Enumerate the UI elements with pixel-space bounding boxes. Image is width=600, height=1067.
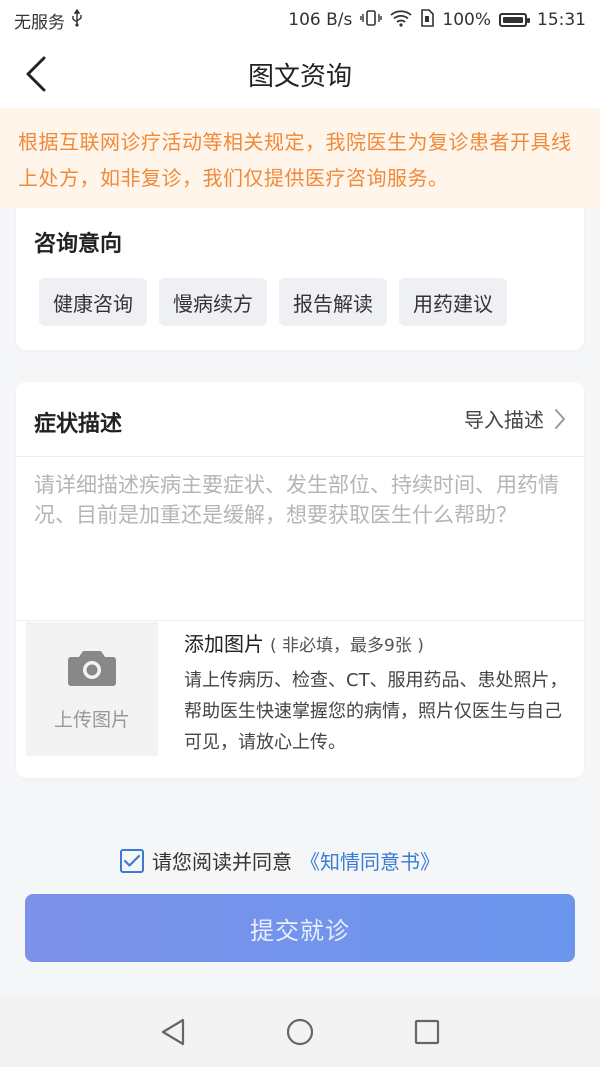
- divider: [16, 456, 584, 457]
- chevron-right-icon: [555, 408, 565, 429]
- submit-button[interactable]: 提交就诊: [25, 894, 575, 962]
- circle-home-icon: [286, 1018, 314, 1045]
- upload-info: 添加图片 ( 非必填，最多9张 ) 请上传病历、检查、CT、服用药品、患处照片，…: [184, 628, 574, 758]
- square-recents-icon: [414, 1019, 439, 1044]
- upload-image-label: 上传图片: [53, 708, 130, 731]
- status-left: 无服务: [14, 8, 83, 33]
- check-icon: [124, 854, 140, 867]
- triangle-back-icon: [162, 1018, 185, 1045]
- back-button[interactable]: [16, 54, 56, 94]
- wifi-icon: [390, 9, 412, 32]
- status-right: 106 B/s 100% 15:31: [288, 8, 586, 32]
- intent-option-chronic[interactable]: 慢病续方: [159, 278, 267, 326]
- chevron-left-icon: [26, 56, 46, 92]
- nav-recents-button[interactable]: [407, 1012, 447, 1052]
- upload-note: ( 非必填，最多9张 ): [270, 636, 424, 656]
- symptom-card: 症状描述 导入描述 上传图片 添加图片 ( 非必填，最多9张 ) 请上传病历、检…: [16, 382, 584, 778]
- intent-option-health[interactable]: 健康咨询: [39, 278, 147, 326]
- nav-header: 图文资询: [0, 40, 600, 108]
- divider: [16, 620, 584, 621]
- clock-text: 15:31: [537, 10, 586, 30]
- intent-card: 咨询意向 健康咨询 慢病续方 报告解读 用药建议: [16, 208, 584, 350]
- nav-home-button[interactable]: [280, 1012, 320, 1052]
- import-description-label: 导入描述: [464, 408, 544, 432]
- symptom-title: 症状描述: [34, 412, 123, 437]
- consent-text: 请您阅读并同意: [152, 850, 292, 874]
- import-description-button[interactable]: 导入描述: [464, 404, 566, 433]
- battery-percent: 100%: [442, 10, 491, 30]
- battery-icon: [499, 13, 530, 27]
- upload-description: 请上传病历、检查、CT、服用药品、患处照片，帮助医生快速掌握您的病情，照片仅医生…: [184, 670, 568, 753]
- nav-back-button[interactable]: [153, 1012, 193, 1052]
- upload-title: 添加图片: [184, 632, 264, 656]
- intent-option-medication[interactable]: 用药建议: [399, 278, 507, 326]
- vibrate-icon: [360, 9, 383, 32]
- symptom-input[interactable]: [34, 470, 570, 620]
- consent-checkbox[interactable]: [120, 848, 144, 873]
- notice-banner: 根据互联网诊疗活动等相关规定，我院医生为复诊患者开具线上处方，如非复诊，我们仅提…: [0, 108, 600, 208]
- sim-icon: [420, 8, 435, 32]
- page-title: 图文资询: [247, 61, 352, 92]
- consent-row: 请您阅读并同意 《知情同意书》: [120, 846, 440, 875]
- net-speed-text: 106 B/s: [288, 10, 353, 30]
- intent-option-report[interactable]: 报告解读: [279, 278, 387, 326]
- status-bar: 无服务 106 B/s 100% 15:31: [0, 0, 600, 40]
- intent-options: 健康咨询 慢病续方 报告解读 用药建议: [39, 278, 507, 326]
- system-nav-bar: [0, 996, 600, 1067]
- carrier-text: 无服务: [14, 12, 65, 33]
- upload-image-button[interactable]: 上传图片: [26, 622, 158, 756]
- upload-head: 添加图片 ( 非必填，最多9张 ): [184, 628, 574, 657]
- camera-icon: [68, 650, 116, 686]
- intent-title: 咨询意向: [34, 232, 123, 257]
- usb-icon: [71, 8, 83, 32]
- consent-link[interactable]: 《知情同意书》: [300, 846, 440, 875]
